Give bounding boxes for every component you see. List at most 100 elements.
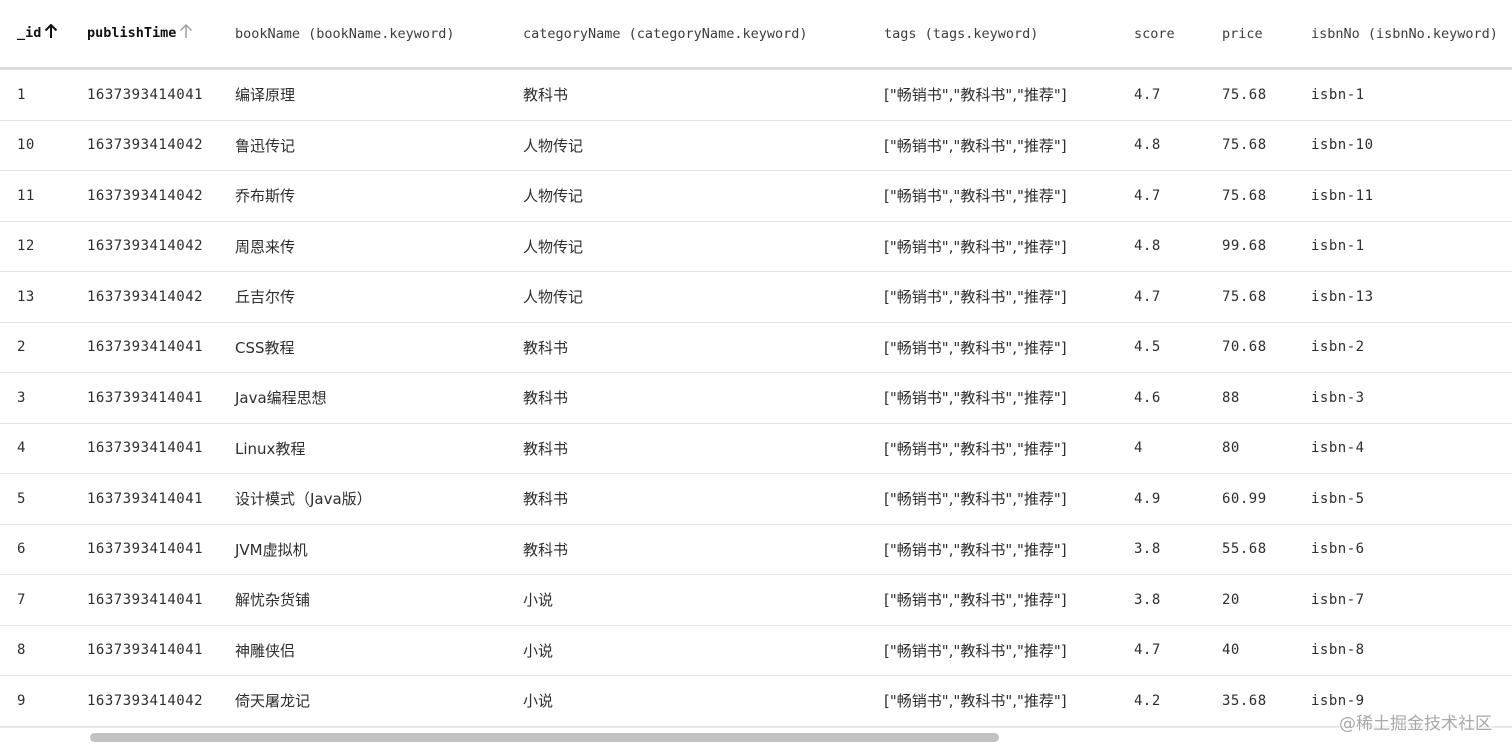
column-header-id[interactable]: _id (0, 0, 78, 70)
cell-isbnno: isbn-2 (1302, 322, 1512, 373)
table-row[interactable]: 7 1637393414041 解忧杂货铺 小说 ["畅销书","教科书","推荐"] 3… (0, 574, 1512, 626)
cell-bookname: 丘吉尔传 (226, 271, 514, 323)
cell-tags: ["畅销书","教科书","推荐"] (875, 120, 1125, 171)
column-header-label: categoryName (categoryName.keyword) (523, 25, 808, 42)
cell-isbnno: isbn-8 (1302, 625, 1512, 676)
table-header: _id publishTime bookName (bookName.keywo… (0, 0, 1512, 70)
arrow-up-icon[interactable] (44, 23, 58, 43)
cell-price: 40 (1213, 625, 1302, 676)
table-row[interactable]: 6 1637393414041 JVM虚拟机 教科书 ["畅销书","教科书","推荐"… (0, 524, 1512, 575)
cell-categoryname: 人物传记 (514, 271, 875, 323)
table-row[interactable]: 10 1637393414042 鲁迅传记 人物传记 ["畅销书","教科书","推荐"… (0, 120, 1512, 171)
column-header-publishtime[interactable]: publishTime (78, 0, 226, 70)
table-row[interactable]: 12 1637393414042 周恩来传 人物传记 ["畅销书","教科书","推荐"… (0, 221, 1512, 272)
cell-id: 4 (0, 423, 78, 474)
horizontal-scrollbar[interactable] (0, 727, 1512, 746)
cell-score: 4.5 (1125, 322, 1213, 373)
cell-tags: ["畅销书","教科书","推荐"] (875, 473, 1125, 525)
column-header-label: publishTime (87, 25, 177, 41)
table-body: 1 1637393414041 编译原理 教科书 ["畅销书","教科书","推荐"] 4… (0, 68, 1512, 727)
cell-categoryname: 人物传记 (514, 170, 875, 222)
column-header-label: _id (17, 25, 42, 41)
cell-score: 4.7 (1125, 271, 1213, 323)
cell-tags: ["畅销书","教科书","推荐"] (875, 221, 1125, 272)
cell-isbnno: isbn-7 (1302, 574, 1512, 626)
cell-publishtime: 1637393414041 (78, 322, 226, 373)
cell-categoryname: 人物传记 (514, 120, 875, 171)
cell-publishtime: 1637393414041 (78, 524, 226, 575)
cell-isbnno: isbn-10 (1302, 120, 1512, 171)
cell-price: 60.99 (1213, 473, 1302, 525)
table-row[interactable]: 8 1637393414041 神雕侠侣 小说 ["畅销书","教科书","推荐"] 4.… (0, 625, 1512, 676)
results-table: _id publishTime bookName (bookName.keywo… (0, 0, 1512, 727)
cell-score: 4.7 (1125, 625, 1213, 676)
cell-publishtime: 1637393414041 (78, 68, 226, 121)
table-row[interactable]: 11 1637393414042 乔布斯传 人物传记 ["畅销书","教科书","推荐"… (0, 170, 1512, 222)
column-header-categoryname[interactable]: categoryName (categoryName.keyword) (514, 0, 875, 70)
cell-categoryname: 小说 (514, 675, 875, 727)
cell-publishtime: 1637393414042 (78, 675, 226, 727)
cell-bookname: CSS教程 (226, 322, 514, 373)
cell-bookname: 周恩来传 (226, 221, 514, 272)
cell-publishtime: 1637393414042 (78, 170, 226, 222)
cell-bookname: 鲁迅传记 (226, 120, 514, 171)
cell-isbnno: isbn-6 (1302, 524, 1512, 575)
cell-score: 4.2 (1125, 675, 1213, 727)
cell-categoryname: 教科书 (514, 524, 875, 575)
cell-id: 10 (0, 120, 78, 171)
table-row[interactable]: 1 1637393414041 编译原理 教科书 ["畅销书","教科书","推荐"] 4… (0, 68, 1512, 121)
cell-tags: ["畅销书","教科书","推荐"] (875, 271, 1125, 323)
cell-id: 8 (0, 625, 78, 676)
cell-categoryname: 小说 (514, 574, 875, 626)
column-header-score[interactable]: score (1125, 0, 1213, 70)
cell-bookname: JVM虚拟机 (226, 524, 514, 575)
cell-publishtime: 1637393414041 (78, 372, 226, 424)
column-header-label: isbnNo (isbnNo.keyword) (1311, 25, 1498, 42)
cell-bookname: 神雕侠侣 (226, 625, 514, 676)
cell-tags: ["畅销书","教科书","推荐"] (875, 68, 1125, 121)
table-row[interactable]: 13 1637393414042 丘吉尔传 人物传记 ["畅销书","教科书","推荐"… (0, 271, 1512, 323)
cell-price: 55.68 (1213, 524, 1302, 575)
cell-id: 11 (0, 170, 78, 222)
results-table-container: _id publishTime bookName (bookName.keywo… (0, 0, 1512, 727)
cell-isbnno: isbn-13 (1302, 271, 1512, 323)
cell-id: 13 (0, 271, 78, 323)
cell-price: 80 (1213, 423, 1302, 474)
table-row[interactable]: 5 1637393414041 设计模式（Java版） 教科书 ["畅销书","教科书"… (0, 473, 1512, 525)
cell-categoryname: 小说 (514, 625, 875, 676)
cell-tags: ["畅销书","教科书","推荐"] (875, 372, 1125, 424)
scrollbar-thumb[interactable] (90, 733, 999, 742)
column-header-label: price (1222, 25, 1263, 42)
column-header-tags[interactable]: tags (tags.keyword) (875, 0, 1125, 70)
cell-score: 4.9 (1125, 473, 1213, 525)
arrow-up-icon[interactable] (179, 24, 193, 43)
cell-categoryname: 教科书 (514, 372, 875, 424)
column-header-price[interactable]: price (1213, 0, 1302, 70)
cell-bookname: 乔布斯传 (226, 170, 514, 222)
cell-isbnno: isbn-1 (1302, 68, 1512, 121)
cell-price: 75.68 (1213, 68, 1302, 121)
cell-score: 4.7 (1125, 170, 1213, 222)
cell-id: 7 (0, 574, 78, 626)
header-row: _id publishTime bookName (bookName.keywo… (0, 0, 1512, 70)
cell-id: 5 (0, 473, 78, 525)
cell-publishtime: 1637393414041 (78, 423, 226, 474)
cell-price: 75.68 (1213, 170, 1302, 222)
cell-publishtime: 1637393414042 (78, 271, 226, 323)
cell-id: 12 (0, 221, 78, 272)
column-header-label: score (1134, 25, 1175, 42)
cell-score: 4.8 (1125, 120, 1213, 171)
column-header-isbnno[interactable]: isbnNo (isbnNo.keyword) (1302, 0, 1512, 70)
cell-id: 1 (0, 68, 78, 121)
cell-tags: ["畅销书","教科书","推荐"] (875, 524, 1125, 575)
table-row[interactable]: 4 1637393414041 Linux教程 教科书 ["畅销书","教科书","推荐… (0, 423, 1512, 474)
table-row[interactable]: 3 1637393414041 Java编程思想 教科书 ["畅销书","教科书","推… (0, 372, 1512, 424)
column-header-bookname[interactable]: bookName (bookName.keyword) (226, 0, 514, 70)
table-row[interactable]: 9 1637393414042 倚天屠龙记 小说 ["畅销书","教科书","推荐"] 4… (0, 675, 1512, 727)
cell-score: 4.6 (1125, 372, 1213, 424)
cell-bookname: Linux教程 (226, 423, 514, 474)
table-row[interactable]: 2 1637393414041 CSS教程 教科书 ["畅销书","教科书","推荐"]… (0, 322, 1512, 373)
cell-bookname: 解忧杂货铺 (226, 574, 514, 626)
cell-bookname: 设计模式（Java版） (226, 473, 514, 525)
cell-score: 3.8 (1125, 574, 1213, 626)
